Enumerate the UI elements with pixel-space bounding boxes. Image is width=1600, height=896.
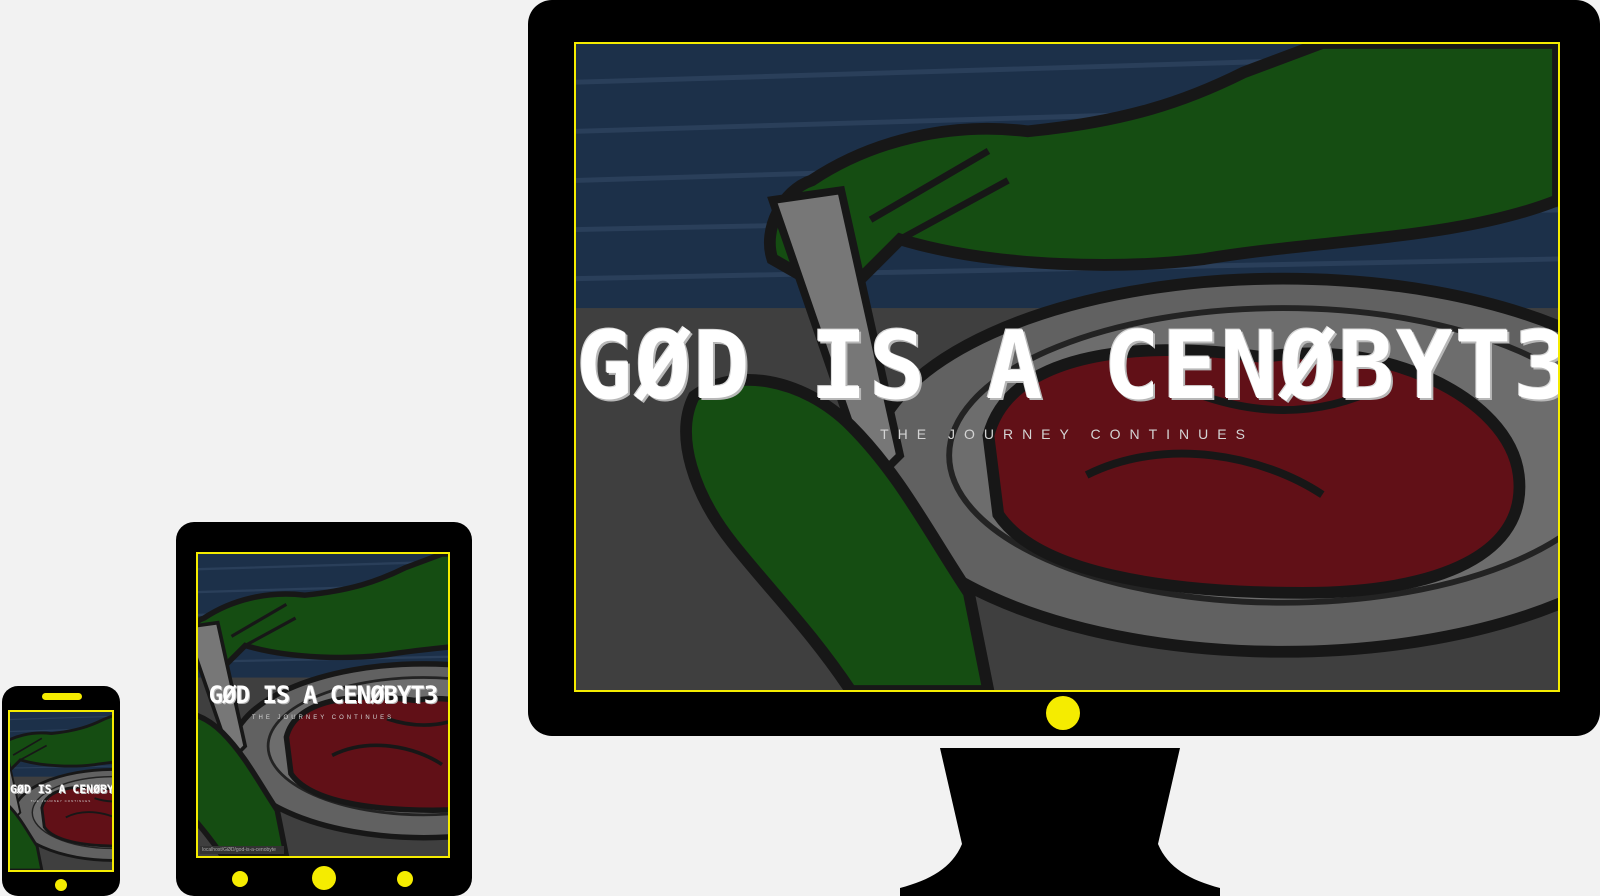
tablet-site-subtitle: THE JOURNEY CONTINUES	[251, 715, 395, 721]
home-button-icon[interactable]	[312, 866, 336, 890]
tablet-site-title: GØD IS A CENØBYT3	[208, 681, 439, 709]
phone-device: GØD IS A CENØBYT3 THE JOURNEY CONTINUES	[2, 686, 120, 896]
speaker-icon	[42, 693, 82, 700]
tablet-screen: GØD IS A CENØBYT3 THE JOURNEY CONTINUES …	[196, 552, 450, 858]
camera-dot-icon	[232, 871, 248, 887]
site-subtitle: THE JOURNEY CONTINUES	[880, 426, 1254, 442]
phone-screen: GØD IS A CENØBYT3 THE JOURNEY CONTINUES	[8, 710, 114, 872]
monitor-screen: GØD IS A CENØBYT3 THE JOURNEY CONTINUES	[574, 42, 1560, 692]
home-button-icon[interactable]	[55, 879, 67, 891]
phone-site-subtitle: THE JOURNEY CONTINUES	[30, 799, 92, 803]
power-button-icon[interactable]	[1046, 696, 1080, 730]
sensor-dot-icon	[397, 871, 413, 887]
tablet-url-bar[interactable]: localhost/GØD/god-is-a-cenobyte	[200, 846, 284, 854]
tablet-device: GØD IS A CENØBYT3 THE JOURNEY CONTINUES …	[176, 522, 472, 896]
site-title: GØD IS A CENØBYT3	[576, 312, 1560, 421]
phone-site-title: GØD IS A CENØBYT3	[10, 782, 114, 796]
monitor-device: GØD IS A CENØBYT3 THE JOURNEY CONTINUES	[528, 0, 1600, 736]
